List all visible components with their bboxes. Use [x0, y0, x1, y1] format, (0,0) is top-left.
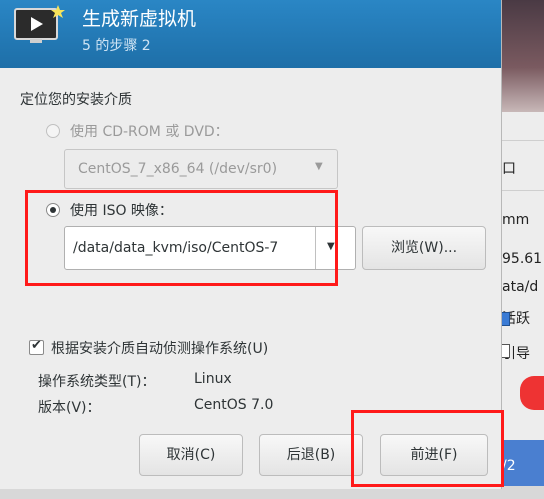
background-text: mm [502, 212, 530, 228]
cdrom-device-select[interactable]: CentOS_7_x86_64 (/dev/sr0) ▼ [64, 149, 338, 189]
os-type-label: 操作系统类型(T)： [38, 374, 156, 390]
section-label: 定位您的安装介质 [20, 92, 132, 108]
back-button[interactable]: 后退(B) [259, 434, 363, 476]
os-version-value: CentOS 7.0 [194, 397, 274, 413]
browse-button[interactable]: 浏览(W)... [362, 226, 486, 270]
highlight-box-iso [25, 190, 338, 286]
background-text: 95.61 [502, 251, 543, 267]
monitor-play-icon [14, 5, 65, 43]
highlight-box-forward [351, 410, 504, 487]
os-version-label: 版本(V)： [38, 400, 101, 416]
chevron-down-icon: ▼ [315, 161, 323, 172]
cdrom-radio[interactable] [46, 124, 60, 138]
os-type-value: Linux [194, 371, 232, 387]
background-text: 口 [502, 161, 516, 177]
dialog-title: 生成新虚拟机 [82, 8, 197, 30]
cdrom-device-value: CentOS_7_x86_64 (/dev/sr0) [78, 161, 278, 177]
dialog-header: 生成新虚拟机 5 的步骤 2 [0, 0, 501, 68]
cancel-button[interactable]: 取消(C) [139, 434, 243, 476]
background-red-button [520, 376, 544, 410]
auto-detect-checkbox[interactable]: ✔ [29, 338, 44, 355]
checkmark-icon: ✔ [31, 338, 42, 353]
background-text: ata/d [502, 279, 539, 295]
cdrom-radio-label: 使用 CD-ROM 或 DVD： [70, 124, 229, 140]
auto-detect-label: 根据安装介质自动侦测操作系统(U) [51, 341, 269, 357]
background-selected-row: /2 [502, 440, 544, 490]
step-indicator: 5 的步骤 2 [82, 38, 151, 54]
background-text: /2 [502, 458, 516, 474]
